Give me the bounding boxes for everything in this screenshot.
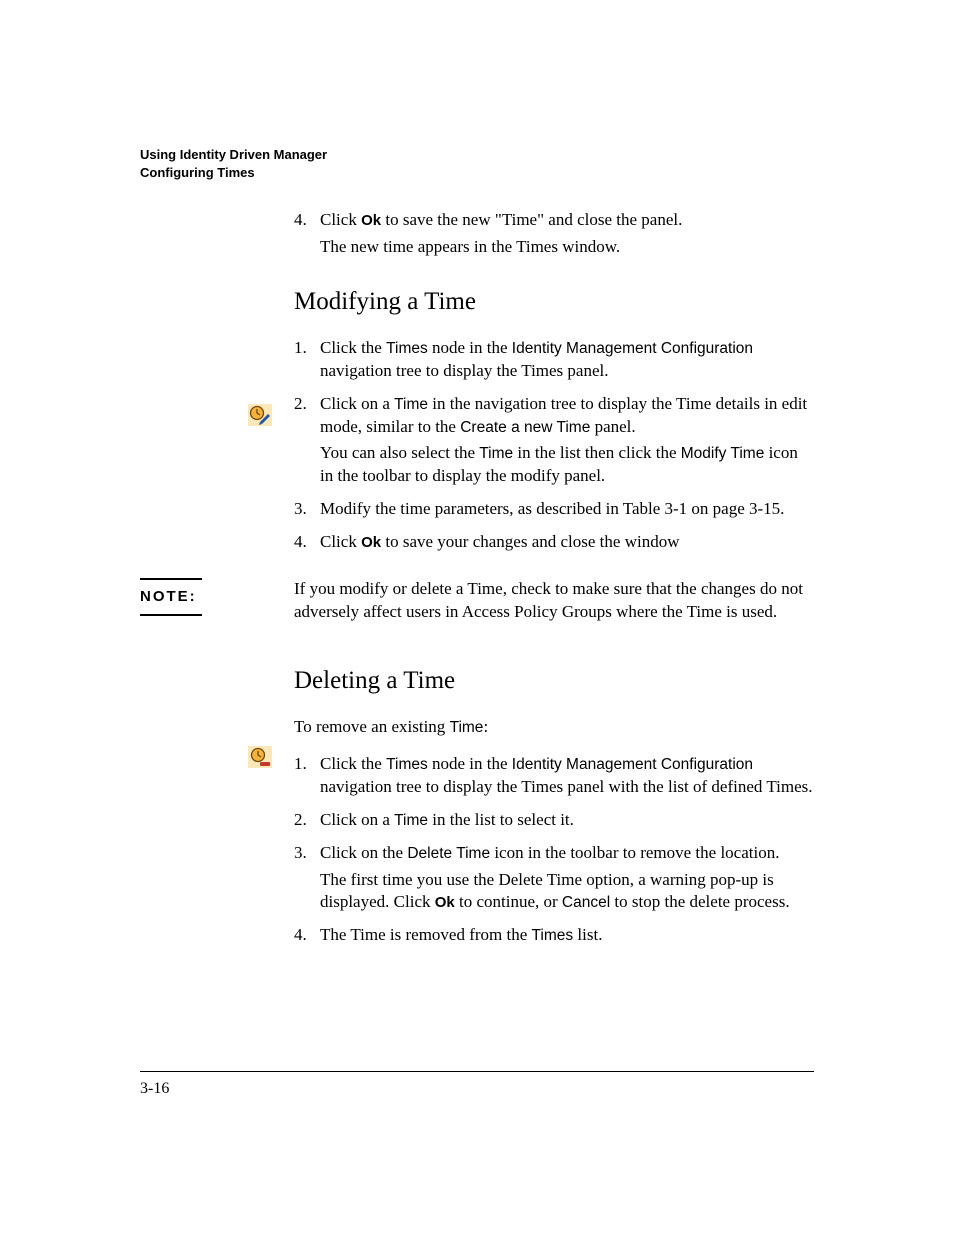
- list-item: 1.Click the Times node in the Identity M…: [294, 337, 814, 383]
- step-number: 1.: [294, 753, 320, 799]
- note-label-wrap: NOTE:: [140, 578, 294, 616]
- list-item: 2.Click on a Time in the navigation tree…: [294, 393, 814, 489]
- section-modifying-time: Modifying a Time 1.Click the Times node …: [294, 285, 814, 554]
- step-number: 2.: [294, 393, 320, 489]
- list-item: 3.Click on the Delete Time icon in the t…: [294, 842, 814, 915]
- list-item: 3.Modify the time parameters, as describ…: [294, 498, 814, 521]
- step-number: 3.: [294, 498, 320, 521]
- step-number: 4.: [294, 531, 320, 554]
- step-number: 4.: [294, 209, 320, 259]
- step-text: Click Ok to save your changes and close …: [320, 531, 814, 554]
- list-item: 2.Click on a Time in the list to select …: [294, 809, 814, 832]
- step-number: 1.: [294, 337, 320, 383]
- delete-intro: To remove an existing Time:: [294, 716, 814, 739]
- modify-steps-list: 1.Click the Times node in the Identity M…: [294, 337, 814, 555]
- list-item: 4.Click Ok to save your changes and clos…: [294, 531, 814, 554]
- list-item: 4.Click Ok to save the new "Time" and cl…: [294, 209, 814, 259]
- note-label: NOTE:: [140, 578, 202, 616]
- running-head-line1: Using Identity Driven Manager: [140, 146, 814, 164]
- page-number: 3-16: [140, 1080, 169, 1097]
- delete-steps-list: 1.Click the Times node in the Identity M…: [294, 753, 814, 948]
- step-text: Click the Times node in the Identity Man…: [320, 337, 814, 383]
- intro-steps-list: 4.Click Ok to save the new "Time" and cl…: [294, 209, 814, 259]
- list-item: 1.Click the Times node in the Identity M…: [294, 753, 814, 799]
- step-subtext: You can also select the Time in the list…: [320, 442, 814, 488]
- note-body: If you modify or delete a Time, check to…: [294, 578, 814, 624]
- step-text: Click on a Time in the navigation tree t…: [320, 393, 814, 489]
- step-number: 2.: [294, 809, 320, 832]
- step-text: Click on the Delete Time icon in the too…: [320, 842, 814, 915]
- step-text: Click the Times node in the Identity Man…: [320, 753, 814, 799]
- step-subtext: The new time appears in the Times window…: [320, 236, 814, 259]
- document-page: Using Identity Driven Manager Configurin…: [0, 0, 954, 1235]
- running-head-line2: Configuring Times: [140, 164, 814, 182]
- modify-time-icon: [248, 404, 272, 426]
- step-text: The Time is removed from the Times list.: [320, 924, 814, 947]
- step-number: 3.: [294, 842, 320, 915]
- step-text: Click on a Time in the list to select it…: [320, 809, 814, 832]
- delete-time-icon: [248, 746, 272, 768]
- step-text: Click Ok to save the new "Time" and clos…: [320, 209, 814, 259]
- continuation-block: 4.Click Ok to save the new "Time" and cl…: [294, 209, 814, 259]
- section-deleting-time: Deleting a Time To remove an existing Ti…: [294, 664, 814, 947]
- step-number: 4.: [294, 924, 320, 947]
- heading-deleting-time: Deleting a Time: [294, 664, 814, 698]
- list-item: 4.The Time is removed from the Times lis…: [294, 924, 814, 947]
- running-head: Using Identity Driven Manager Configurin…: [140, 146, 814, 181]
- page-footer: 3-16: [140, 1071, 814, 1100]
- note-block: NOTE: If you modify or delete a Time, ch…: [140, 578, 814, 624]
- heading-modifying-time: Modifying a Time: [294, 285, 814, 319]
- step-subtext: The first time you use the Delete Time o…: [320, 869, 814, 915]
- step-text: Modify the time parameters, as described…: [320, 498, 814, 521]
